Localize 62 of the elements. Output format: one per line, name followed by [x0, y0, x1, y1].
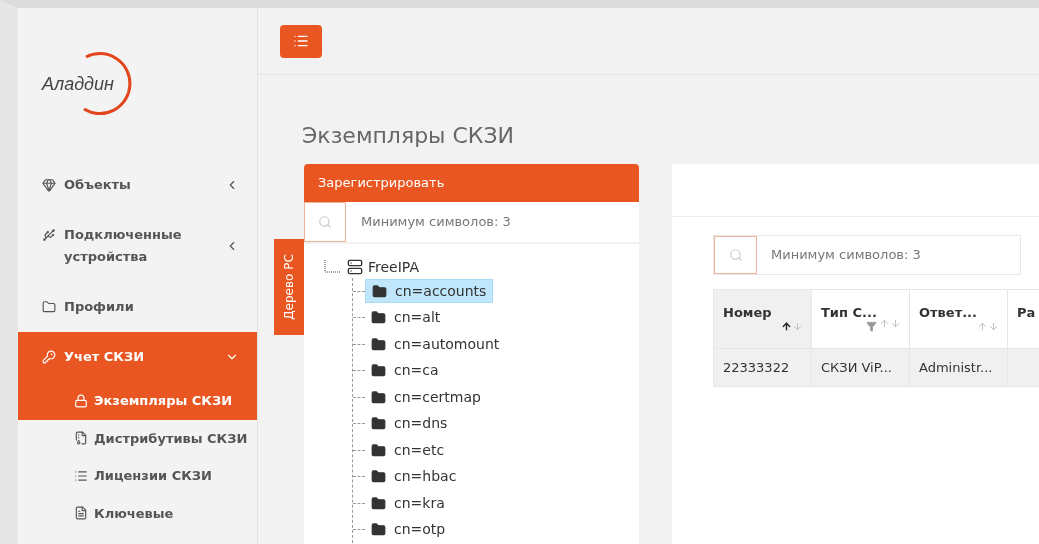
folder-icon	[371, 522, 386, 538]
tree-node[interactable]: cn=alt	[365, 305, 447, 330]
nav-icon	[74, 506, 88, 521]
table-cell-text: 22333322	[723, 358, 790, 377]
nav-icon	[42, 228, 56, 242]
nav-item[interactable]: Учет СКЗИ	[18, 332, 257, 382]
folder-icon	[372, 283, 387, 299]
tree-node[interactable]: cn=kra	[365, 491, 451, 516]
tree-node[interactable]: cn=accounts	[365, 279, 494, 304]
nav-icon	[42, 350, 56, 364]
folder-icon	[371, 336, 386, 352]
sort-icon[interactable]	[781, 321, 803, 332]
search-field[interactable]: Минимум символов: 3	[713, 235, 1021, 275]
folder-icon	[371, 416, 386, 432]
nav-subitem[interactable]: Экземпляры СКЗИ	[18, 382, 257, 420]
nav-label: Профили	[64, 298, 135, 316]
tree-connector-icon	[322, 260, 342, 274]
tree-node[interactable]: cn=dns	[365, 411, 454, 436]
folder-icon	[371, 469, 386, 485]
tree-node[interactable]: cn=certmap	[365, 385, 487, 410]
nav-item[interactable]: Профили	[18, 282, 257, 332]
nav-label: Учет СКЗИ	[64, 348, 146, 366]
tree-node[interactable]: cn=otp	[365, 517, 452, 542]
folder-icon	[371, 363, 386, 379]
nav-item[interactable]: Подключенные устройства	[18, 210, 257, 282]
nav-label: Подключенные устройства	[64, 226, 183, 266]
column-header[interactable]: Ответ...	[910, 290, 1008, 348]
page-title: Экземпляры СКЗИ	[302, 122, 516, 150]
nav-subitem[interactable]: Лицензии СКЗИ	[18, 457, 257, 495]
tree-root[interactable]: FreeIPA	[368, 256, 419, 278]
nav-item[interactable]: Объекты	[18, 160, 257, 210]
menu-icon	[293, 33, 309, 49]
nav-icon	[74, 468, 88, 483]
table-cell-text: Administr...	[919, 358, 993, 377]
nav-icon	[42, 178, 56, 192]
folder-icon	[371, 442, 386, 458]
server-icon	[347, 259, 363, 275]
nav-icon	[74, 431, 88, 446]
menu-button[interactable]	[280, 24, 322, 58]
search-input[interactable]: Минимум символов: 3	[757, 236, 1020, 274]
folder-icon	[371, 495, 386, 511]
tree-node[interactable]: cn=etc	[365, 438, 451, 463]
logo-text: Аладдин	[42, 72, 114, 96]
column-header[interactable]: Номер	[714, 290, 812, 348]
nav-icon	[42, 300, 56, 314]
search-icon	[728, 248, 743, 262]
tree-node[interactable]: cn=ca	[365, 358, 445, 383]
nav-subitem[interactable]: Дистрибутивы СКЗИ	[18, 419, 257, 457]
nav-label: Объекты	[64, 176, 132, 194]
nav-icon	[74, 393, 88, 408]
tree-node[interactable]: cn=automount	[365, 332, 506, 357]
folder-icon	[371, 389, 386, 405]
tree-node[interactable]: cn=hbac	[365, 464, 463, 489]
filter-icon[interactable]	[866, 321, 877, 332]
table-cell-text: СКЗИ ViP...	[821, 358, 892, 377]
nav-subitem[interactable]: Ключевые	[18, 494, 257, 532]
register-button[interactable]: Зарегистрировать	[304, 164, 639, 202]
column-header[interactable]: Ра	[1008, 290, 1039, 348]
search-icon	[318, 215, 332, 229]
tree-tab[interactable]: Дерево РС	[274, 239, 304, 335]
column-header[interactable]: Тип С...	[812, 290, 910, 348]
folder-icon	[371, 310, 386, 326]
